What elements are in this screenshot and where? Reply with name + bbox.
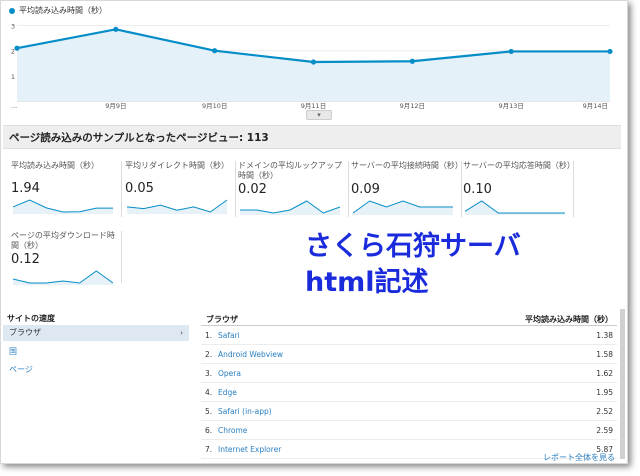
load-time-value: 2.59 bbox=[596, 426, 613, 435]
row-index: 3. bbox=[205, 369, 213, 378]
x-tick-label: 9月12日 bbox=[400, 102, 425, 110]
browser-link[interactable]: Android Webview bbox=[218, 350, 283, 359]
metric-sparkline bbox=[464, 200, 565, 215]
metric-sparkline bbox=[240, 200, 341, 215]
chevron-right-icon: › bbox=[180, 329, 183, 337]
data-point bbox=[607, 48, 613, 55]
table-header: ブラウザ 平均読み込み時間（秒） bbox=[201, 311, 617, 326]
metric-value: 0.09 bbox=[351, 182, 380, 197]
load-time-value: 1.95 bbox=[596, 388, 613, 397]
data-point bbox=[212, 48, 218, 54]
metric-label: ページの平均ダウンロード時間（秒） bbox=[11, 231, 115, 250]
x-tick-label: ... bbox=[11, 102, 17, 110]
row-index: 2. bbox=[205, 350, 213, 359]
x-tick-label: 9月11日 bbox=[301, 102, 326, 110]
nav-item-label: ブラウザ bbox=[9, 328, 41, 337]
col-time-header[interactable]: 平均読み込み時間（秒） bbox=[525, 314, 613, 325]
col-browser-header: ブラウザ bbox=[206, 315, 238, 324]
promo-line-2: html記述 bbox=[305, 267, 429, 298]
metric-tile[interactable]: ページの平均ダウンロード時間（秒） 0.12 bbox=[11, 231, 122, 285]
row-index: 5. bbox=[205, 407, 213, 416]
nav-item-label: 国 bbox=[9, 347, 17, 356]
nav-item-label: ページ bbox=[9, 365, 33, 374]
browser-link[interactable]: Safari (in-app) bbox=[218, 407, 272, 416]
metric-sparkline bbox=[126, 199, 228, 214]
metric-tile[interactable]: 平均リダイレクト時間（秒） 0.05 bbox=[125, 161, 236, 217]
chart-expand-handle[interactable]: ▾ bbox=[306, 110, 332, 120]
promo-line-1: さくら石狩サーバ bbox=[305, 231, 521, 262]
y-tick-label: 1 bbox=[11, 73, 15, 81]
browser-link[interactable]: Opera bbox=[218, 369, 241, 378]
browser-link[interactable]: Safari bbox=[218, 331, 240, 340]
metric-label: 平均読み込み時間（秒） bbox=[11, 161, 99, 170]
metric-value: 0.10 bbox=[463, 182, 492, 197]
metric-sparkline bbox=[12, 270, 114, 285]
nav-item-country[interactable]: 国 bbox=[3, 344, 189, 360]
metric-label: サーバーの平均応答時間（秒） bbox=[463, 161, 575, 170]
metric-value: 1.94 bbox=[11, 181, 40, 196]
load-time-value: 1.58 bbox=[596, 350, 613, 359]
data-point bbox=[508, 48, 514, 55]
browser-link[interactable]: Internet Explorer bbox=[218, 445, 281, 454]
metric-tile[interactable]: サーバーの平均接続時間（秒） 0.09 bbox=[351, 161, 463, 217]
sparkline-area bbox=[127, 200, 227, 214]
load-time-value: 1.62 bbox=[596, 369, 613, 378]
metric-label: ドメインの平均ルックアップ時間（秒） bbox=[238, 161, 342, 180]
browser-table: ブラウザ 平均読み込み時間（秒） 1. Safari 1.38 2. Android W… bbox=[201, 311, 617, 459]
x-tick-label: 9月13日 bbox=[498, 102, 523, 110]
data-point bbox=[14, 45, 20, 51]
full-report-link[interactable]: レポート全体を見る bbox=[543, 452, 615, 463]
table-row: 3. Opera 1.62 bbox=[201, 364, 617, 383]
promo-overlay: さくら石狩サーバ html記述 bbox=[305, 229, 521, 301]
metric-sparkline bbox=[352, 200, 453, 215]
summary-bar: ページ読み込みのサンプルとなったページビュー: 113 bbox=[3, 125, 621, 149]
load-time-value: 1.38 bbox=[596, 331, 613, 340]
summary-text: ページ読み込みのサンプルとなったページビュー: 113 bbox=[9, 132, 269, 144]
y-tick-label: 3 bbox=[11, 23, 15, 31]
load-time-chart: 3 2 1... 9月9日 9月10日 9月11日 9月12日 9月13日 9月14日 bbox=[11, 23, 613, 110]
metric-value: 0.02 bbox=[238, 182, 267, 197]
row-index: 1. bbox=[205, 331, 213, 340]
metric-tile[interactable]: ドメインの平均ルックアップ時間（秒） 0.02 bbox=[238, 161, 349, 217]
nav-item-browser[interactable]: ブラウザ › bbox=[3, 325, 189, 341]
nav-item-page[interactable]: ページ bbox=[3, 362, 189, 378]
metric-label: 平均リダイレクト時間（秒） bbox=[125, 161, 229, 170]
analytics-panel: 平均読み込み時間（秒） 3 2 1... 9月9日 9月10日 9月11日 9月12日 9月1… bbox=[0, 0, 628, 464]
sparkline-area bbox=[353, 201, 453, 215]
metric-value: 0.12 bbox=[11, 252, 40, 267]
row-index: 7. bbox=[205, 445, 213, 454]
x-tick-label: 9月14日 bbox=[583, 102, 608, 110]
series-area bbox=[17, 29, 610, 101]
x-tick-label: 9月9日 bbox=[105, 102, 126, 110]
table-row: 5. Safari (in-app) 2.52 bbox=[201, 402, 617, 421]
table-body: 1. Safari 1.38 2. Android Webview 1.58 3. Opera… bbox=[201, 326, 617, 459]
row-index: 4. bbox=[205, 388, 213, 397]
scrollbar[interactable] bbox=[620, 309, 625, 459]
table-row: 1. Safari 1.38 bbox=[201, 326, 617, 345]
metric-label: サーバーの平均接続時間（秒） bbox=[351, 161, 463, 170]
data-point bbox=[409, 58, 415, 64]
row-index: 6. bbox=[205, 426, 213, 435]
browser-link[interactable]: Chrome bbox=[218, 426, 247, 435]
table-row: 6. Chrome 2.59 bbox=[201, 421, 617, 440]
nav-title: サイトの速度 bbox=[7, 314, 55, 323]
metric-tile[interactable]: サーバーの平均応答時間（秒） 0.10 bbox=[463, 161, 575, 217]
metric-sparkline bbox=[12, 199, 113, 214]
table-row: 4. Edge 1.95 bbox=[201, 383, 617, 402]
y-tick-label: 2 bbox=[11, 48, 15, 56]
data-point bbox=[113, 26, 119, 32]
table-row: 2. Android Webview 1.58 bbox=[201, 345, 617, 364]
browser-link[interactable]: Edge bbox=[218, 388, 237, 397]
metric-value: 0.05 bbox=[125, 181, 154, 196]
x-tick-label: 9月10日 bbox=[202, 102, 227, 110]
load-time-value: 2.52 bbox=[596, 407, 613, 416]
data-point bbox=[310, 59, 317, 65]
metric-tile[interactable]: 平均読み込み時間（秒） 1.94 bbox=[11, 161, 122, 217]
